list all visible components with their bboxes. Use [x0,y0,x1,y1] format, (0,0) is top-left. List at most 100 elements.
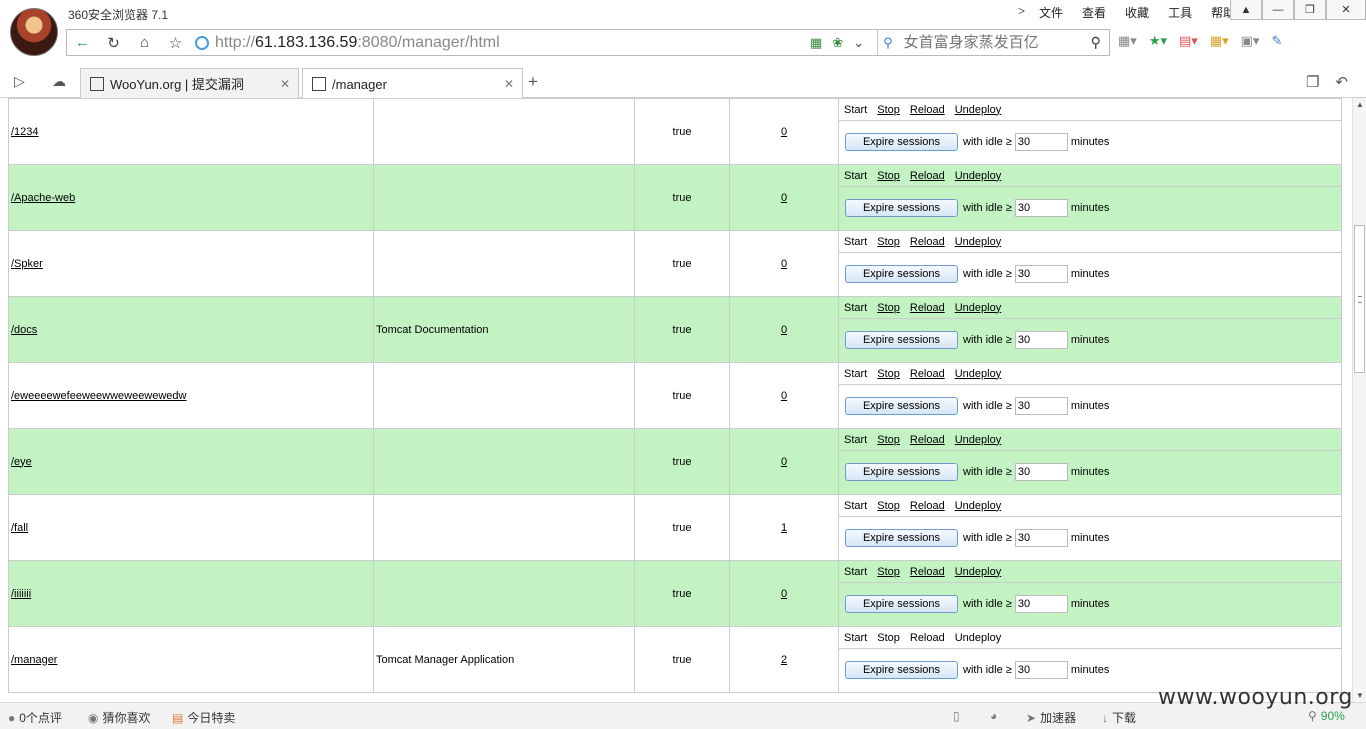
reload-link[interactable]: Reload [910,170,945,182]
tab-manager[interactable]: /manager ✕ [302,68,523,99]
undeploy-link[interactable]: Undeploy [955,104,1001,116]
user-avatar[interactable] [10,8,58,56]
search-icon[interactable]: ⚲ [1091,34,1101,51]
menu-tools[interactable]: 工具 [1168,4,1192,21]
stop-link[interactable]: Stop [877,632,900,644]
reload-link[interactable]: Reload [910,500,945,512]
sessions-link[interactable]: 1 [781,522,787,534]
sessions-link[interactable]: 0 [781,126,787,138]
cloud-icon[interactable]: ☁ [52,73,66,90]
sessions-link[interactable]: 0 [781,324,787,336]
expire-sessions-button[interactable]: Expire sessions [845,199,958,217]
expire-sessions-button[interactable]: Expire sessions [845,463,958,481]
maximize-button[interactable]: ❐ [1294,0,1326,20]
mobile-icon[interactable]: ▯ [953,709,964,723]
reload-link[interactable]: Reload [910,302,945,314]
stop-link[interactable]: Stop [877,434,900,446]
menu-favorites[interactable]: 收藏 [1125,4,1149,21]
reload-link[interactable]: Reload [910,104,945,116]
url-input[interactable]: http://61.183.136.59:8080/manager/html [215,34,805,52]
app-path-link[interactable]: /fall [11,522,28,534]
sessions-link[interactable]: 0 [781,456,787,468]
scroll-down-icon[interactable]: ▼ [1356,691,1364,700]
speed-icon[interactable]: ◕ [990,709,1001,723]
expire-sessions-button[interactable]: Expire sessions [845,331,958,349]
app-path-link[interactable]: /eye [11,456,32,468]
app-path-link[interactable]: /iiiiiii [11,588,31,600]
home-button[interactable]: ⌂ [129,30,160,55]
new-tab-button[interactable]: + [528,72,538,92]
idle-minutes-input[interactable] [1014,397,1068,415]
sidebar-toggle-icon[interactable]: ▷ [14,73,25,90]
undeploy-link[interactable]: Undeploy [955,368,1001,380]
sessions-link[interactable]: 2 [781,654,787,666]
reload-link[interactable]: Reload [910,632,945,644]
idle-minutes-input[interactable] [1014,463,1068,481]
idle-minutes-input[interactable] [1014,661,1068,679]
zoom-item[interactable]: ⚲ 90% [1308,709,1345,723]
app-path-link[interactable]: /1234 [11,126,39,138]
apps-icon[interactable]: ▦▾ [1118,33,1137,49]
sessions-link[interactable]: 0 [781,588,787,600]
sessions-link[interactable]: 0 [781,258,787,270]
reload-link[interactable]: Reload [910,566,945,578]
search-engine-icon[interactable]: ⚲ [883,35,893,51]
scroll-up-icon[interactable]: ▲ [1356,100,1364,109]
idle-minutes-input[interactable] [1014,331,1068,349]
app-path-link[interactable]: /Apache-web [11,192,75,204]
comments-item[interactable]: ● 0个点评 [8,709,62,726]
reload-link[interactable]: Reload [910,434,945,446]
accelerator-item[interactable]: ➤ 加速器 [1026,709,1076,726]
undo-close-icon[interactable]: ↶ [1335,73,1348,91]
sessions-link[interactable]: 0 [781,390,787,402]
close-icon[interactable]: ✕ [280,77,290,91]
deals-item[interactable]: ▤ 今日特卖 [172,709,235,726]
guess-item[interactable]: ◉ 猜你喜欢 [88,709,151,726]
leaf-icon[interactable]: ❀ [832,35,843,51]
close-icon[interactable]: ✕ [504,77,514,91]
scroll-thumb[interactable] [1354,225,1365,373]
expire-sessions-button[interactable]: Expire sessions [845,595,958,613]
stop-link[interactable]: Stop [877,368,900,380]
stop-link[interactable]: Stop [877,104,900,116]
sessions-link[interactable]: 0 [781,192,787,204]
idle-minutes-input[interactable] [1014,265,1068,283]
site-security-icon[interactable] [195,35,209,50]
expire-sessions-button[interactable]: Expire sessions [845,529,958,547]
search-input[interactable] [901,33,1087,52]
app-path-link[interactable]: /Spker [11,258,43,270]
close-button[interactable]: ✕ [1326,0,1366,20]
tab-wooyun[interactable]: WooYun.org | 提交漏洞 ✕ [80,68,299,98]
expire-sessions-button[interactable]: Expire sessions [845,133,958,151]
reload-link[interactable]: Reload [910,236,945,248]
expire-sessions-button[interactable]: Expire sessions [845,661,958,679]
screenshot-icon[interactable]: ▣▾ [1241,33,1260,49]
download-item[interactable]: ↓ 下载 [1102,709,1136,726]
undeploy-link[interactable]: Undeploy [955,236,1001,248]
undeploy-link[interactable]: Undeploy [955,632,1001,644]
stop-link[interactable]: Stop [877,170,900,182]
app-path-link[interactable]: /eweeeewefeeweewweweewewedw [11,390,187,402]
undeploy-link[interactable]: Undeploy [955,302,1001,314]
back-button[interactable]: ← [67,30,98,55]
minimize-button[interactable]: — [1262,0,1294,20]
refresh-button[interactable]: ↻ [98,30,129,55]
expire-sessions-button[interactable]: Expire sessions [845,265,958,283]
tab-list-icon[interactable]: ❐ [1306,73,1319,91]
idle-minutes-input[interactable] [1014,595,1068,613]
stop-link[interactable]: Stop [877,566,900,578]
stop-link[interactable]: Stop [877,236,900,248]
stop-link[interactable]: Stop [877,302,900,314]
app-path-link[interactable]: /docs [11,324,37,336]
undeploy-link[interactable]: Undeploy [955,170,1001,182]
skin-icon[interactable]: ▲ [1230,0,1262,20]
qr-code-icon[interactable]: ▦ [810,35,822,51]
idle-minutes-input[interactable] [1014,199,1068,217]
idle-minutes-input[interactable] [1014,529,1068,547]
menu-view[interactable]: 查看 [1082,4,1106,21]
game-icon[interactable]: ▦▾ [1210,33,1229,49]
stop-link[interactable]: Stop [877,500,900,512]
undeploy-link[interactable]: Undeploy [955,434,1001,446]
vertical-scrollbar[interactable]: ▲ ▼ [1352,98,1366,702]
menu-file[interactable]: 文件 [1039,4,1063,21]
